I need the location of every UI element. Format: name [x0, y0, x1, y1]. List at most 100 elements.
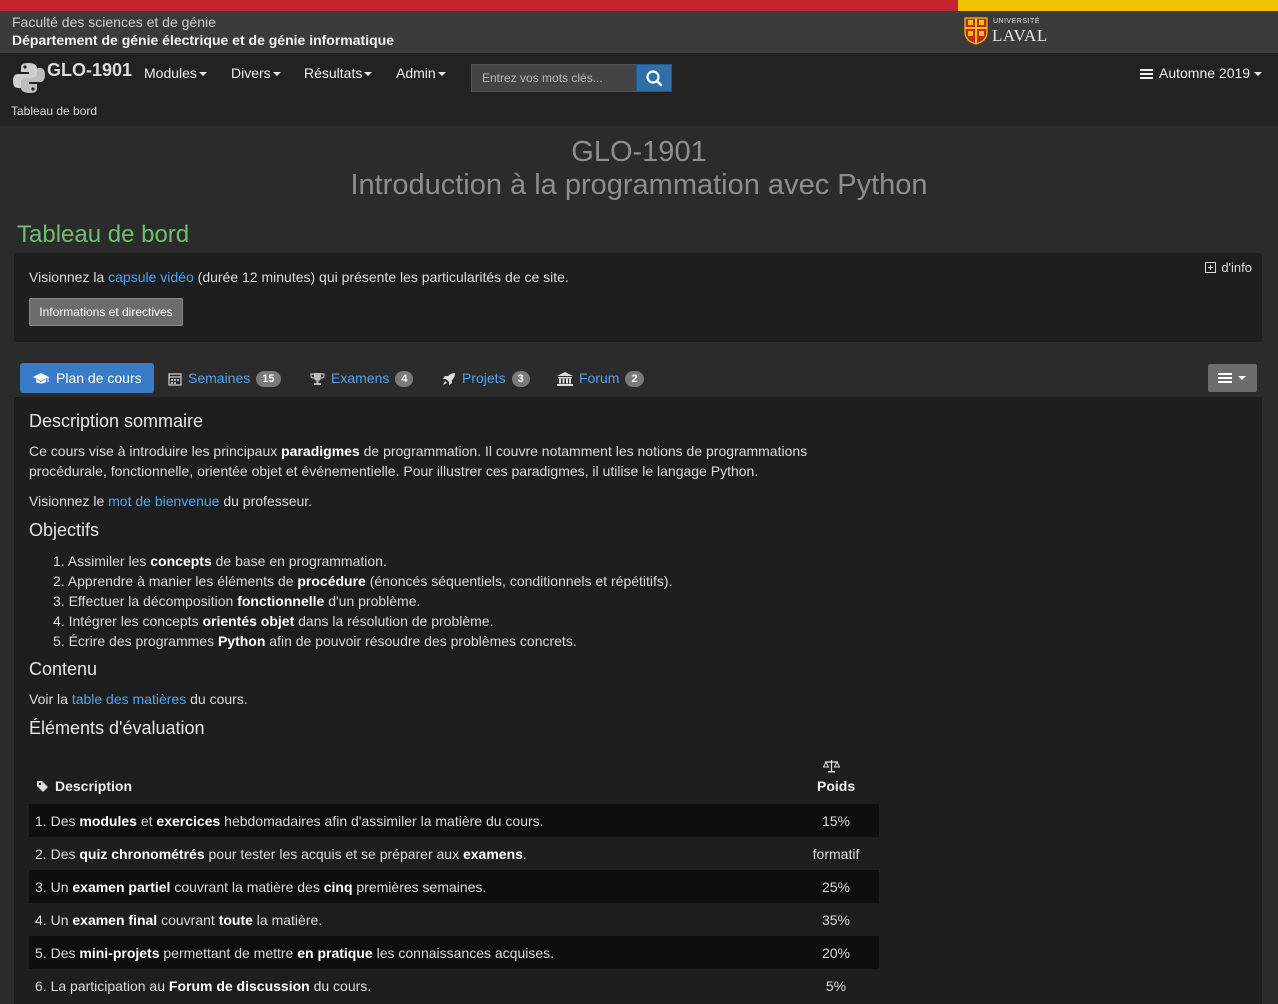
row-description: 2. Des quiz chronométrés pour tester les…	[35, 846, 527, 862]
tab-examens-label: Examens	[331, 370, 390, 386]
column-description: Description	[55, 778, 133, 794]
row-text-bold: modules	[79, 813, 137, 829]
course-plan-content: Description sommaire Ce cours vise à int…	[14, 397, 1262, 1004]
tab-semaines-badge: 15	[256, 371, 281, 388]
objective-text-bold: orientés objet	[202, 613, 295, 629]
faculty-header: Faculté des sciences et de génie Départe…	[0, 11, 1278, 53]
tab-forum-label: Forum	[579, 370, 620, 386]
row-text: Un	[50, 912, 73, 928]
welcome-message-link[interactable]: mot de bienvenue	[108, 493, 219, 509]
info-text-after: (durée 12 minutes) qui présente les part…	[193, 269, 569, 285]
description-line-2: procédurale, fonctionnelle, orientée obj…	[29, 463, 759, 479]
row-number: 2.	[35, 846, 47, 862]
menu-modules-label: Modules	[144, 65, 197, 81]
row-text: .	[522, 846, 527, 862]
table-row: 5. Des mini-projets permettant de mettre…	[29, 936, 879, 969]
tab-examens[interactable]: Examens 4	[310, 363, 414, 393]
description-text-b: paradigmes	[281, 443, 360, 459]
row-description: 5. Des mini-projets permettant de mettre…	[35, 945, 554, 961]
column-poids: Poids	[817, 778, 856, 794]
row-text: premières semaines.	[352, 879, 487, 895]
menu-resultats[interactable]: Résultats	[304, 65, 373, 81]
row-text: pour tester les acquis et se préparer au…	[204, 846, 463, 862]
objective-text-a: Apprendre à manier les éléments de	[67, 573, 298, 589]
contenu-text-a: Voir la	[29, 691, 72, 707]
row-text: Des	[50, 945, 80, 961]
tab-plan-de-cours[interactable]: Plan de cours	[20, 363, 154, 393]
logo-laval-text: LAVAL	[992, 26, 1048, 45]
tab-semaines[interactable]: Semaines 15	[168, 363, 281, 393]
brand-course-code: GLO-1901	[47, 60, 133, 80]
welcome-paragraph: Visionnez le mot de bienvenue du profess…	[29, 493, 312, 509]
row-text-bold: cinq	[323, 879, 353, 895]
tab-projets-label: Projets	[462, 370, 506, 386]
rocket-icon	[443, 373, 455, 386]
python-logo-icon	[13, 63, 45, 93]
page-title: Tableau de bord	[17, 221, 190, 248]
tab-forum-badge: 2	[625, 371, 644, 388]
tag-icon	[37, 781, 48, 792]
objective-item: 3. Effectuer la décomposition fonctionne…	[53, 593, 420, 609]
contenu-heading: Contenu	[29, 659, 98, 679]
search-icon	[646, 70, 663, 87]
table-row: 3. Un examen partiel couvrant la matière…	[29, 870, 879, 903]
contenu-text-b: du cours.	[186, 691, 248, 707]
brand-subtitle: Tableau de bord	[11, 104, 98, 118]
graduation-cap-icon	[33, 373, 49, 384]
row-text-bold: mini-projets	[79, 945, 160, 961]
trophy-icon	[310, 373, 325, 386]
menu-divers[interactable]: Divers	[231, 65, 281, 81]
row-weight: 35%	[821, 912, 851, 928]
course-code-title: GLO-1901	[571, 136, 707, 168]
table-header: Description Poids	[29, 749, 879, 804]
table-of-contents-link[interactable]: table des matières	[72, 691, 186, 707]
objective-text-bold: concepts	[150, 553, 212, 569]
row-number: 1.	[35, 813, 47, 829]
objectifs-heading: Objectifs	[29, 520, 100, 540]
welcome-text-b: du professeur.	[219, 493, 313, 509]
row-text: les connaissances acquises.	[372, 945, 555, 961]
tab-forum[interactable]: Forum 2	[557, 363, 644, 393]
evaluation-heading: Éléments d'évaluation	[29, 718, 205, 738]
row-text: permettant de mettre	[159, 945, 298, 961]
objective-number: 2.	[53, 573, 68, 589]
course-name-title: Introduction à la programmation avec Pyt…	[350, 169, 928, 201]
objective-text-c: d'un problème.	[324, 593, 421, 609]
balance-scale-icon	[823, 760, 840, 773]
term-selector[interactable]: Automne 2019	[1140, 65, 1263, 81]
welcome-text-a: Visionnez le	[29, 493, 109, 509]
objective-text-c: afin de pouvoir résoudre des problèmes c…	[265, 633, 577, 649]
term-label: Automne 2019	[1159, 65, 1251, 81]
table-row: 1. Des modules et exercices hebdomadaire…	[29, 804, 879, 837]
table-row: 2. Des quiz chronométrés pour tester les…	[29, 837, 879, 870]
row-text-bold: toute	[218, 912, 253, 928]
more-info-label: d'info	[1221, 260, 1252, 275]
options-menu-button[interactable]	[1208, 364, 1257, 392]
row-text: Un	[50, 879, 73, 895]
chevron-down-icon	[198, 72, 207, 77]
navbar: GLO-1901 Tableau de bord Modules Divers …	[0, 53, 1278, 126]
objective-number: 1.	[53, 553, 68, 569]
chevron-down-icon	[272, 72, 281, 77]
row-weight: 15%	[821, 813, 851, 829]
objective-item: 2. Apprendre à manier les éléments de pr…	[53, 573, 672, 589]
row-text: la matière.	[252, 912, 323, 928]
row-text-bold: exercices	[156, 813, 221, 829]
more-info-toggle[interactable]: d'info	[1205, 260, 1252, 275]
description-line-1: Ce cours vise à introduire les principau…	[29, 443, 807, 459]
row-number: 5.	[35, 945, 47, 961]
tab-projets[interactable]: Projets 3	[442, 363, 530, 393]
info-directives-button[interactable]: Informations et directives	[29, 298, 183, 326]
objective-item: 4. Intégrer les concepts orientés objet …	[53, 613, 493, 629]
search-button[interactable]	[636, 64, 672, 92]
objective-text-a: Intégrer les concepts	[68, 613, 203, 629]
search-input[interactable]: Entrez vos mots clés...	[471, 64, 636, 92]
video-capsule-link[interactable]: capsule vidéo	[108, 269, 194, 285]
menu-divers-label: Divers	[231, 65, 271, 81]
chevron-down-icon	[364, 72, 373, 77]
info-text-before: Visionnez la	[29, 269, 109, 285]
menu-admin[interactable]: Admin	[396, 65, 446, 81]
row-weight: 20%	[821, 945, 851, 961]
menu-modules[interactable]: Modules	[144, 65, 207, 81]
laval-shield-icon	[964, 17, 988, 45]
